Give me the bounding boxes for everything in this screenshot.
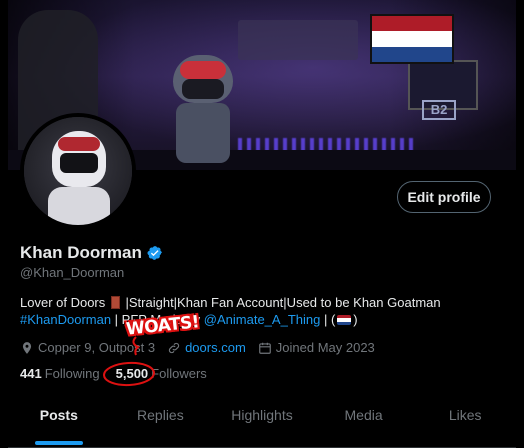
bio-flag-close: ) [353,312,358,327]
bio-text-rest: |Straight|Khan Fan Account|Used to be Kh… [121,295,441,310]
calendar-icon [258,342,271,354]
tab-posts[interactable]: Posts [8,398,110,447]
banner-character [168,55,238,165]
joined-text: Joined May 2023 [275,340,375,355]
door-emoji-icon [110,296,120,309]
link-icon [168,342,180,353]
banner-shelf [238,20,358,60]
tab-replies[interactable]: Replies [110,398,212,447]
profile-tabs: Posts Replies Highlights Media Likes [8,398,516,448]
location-icon [22,341,32,354]
handle: @Khan_Doorman [20,265,125,280]
display-name: Khan Doorman [20,243,142,262]
joined-item: Joined May 2023 [258,340,375,355]
followers-link[interactable]: 5,500 Followers [116,366,207,381]
tab-highlights[interactable]: Highlights [211,398,313,447]
bio-text: Lover of Doors [20,295,106,310]
location-item: Copper 9, Outpost 3 [20,340,155,355]
netherlands-flag-icon [370,14,454,64]
banner-b2-sign: B2 [422,100,456,120]
bio-flag-open: | ( [320,312,336,327]
name-row: Khan Doorman [20,243,163,263]
netherlands-flag-icon [337,315,352,325]
verified-badge-icon[interactable] [147,245,163,261]
following-link[interactable]: 441 Following [20,366,100,381]
tab-media[interactable]: Media [313,398,415,447]
followers-label: Followers [151,366,207,381]
edit-profile-button[interactable]: Edit profile [397,181,491,213]
website-item[interactable]: doors.com [167,340,246,355]
profile-meta: Copper 9, Outpost 3 doors.com Joined May… [20,340,387,355]
avatar[interactable] [20,113,136,229]
tab-likes[interactable]: Likes [414,398,516,447]
bio-line-1: Lover of Doors |Straight|Khan Fan Accoun… [20,295,441,310]
following-count: 441 [20,366,42,381]
following-label: Following [44,366,100,381]
website-link[interactable]: doors.com [185,340,246,355]
mention-link[interactable]: @Animate_A_Thing [204,312,321,327]
follow-stats: 441 Following 5,500 Followers [20,366,207,381]
hashtag-link[interactable]: #KhanDoorman [20,312,111,327]
followers-count: 5,500 [115,366,149,381]
location-text: Copper 9, Outpost 3 [38,340,156,355]
